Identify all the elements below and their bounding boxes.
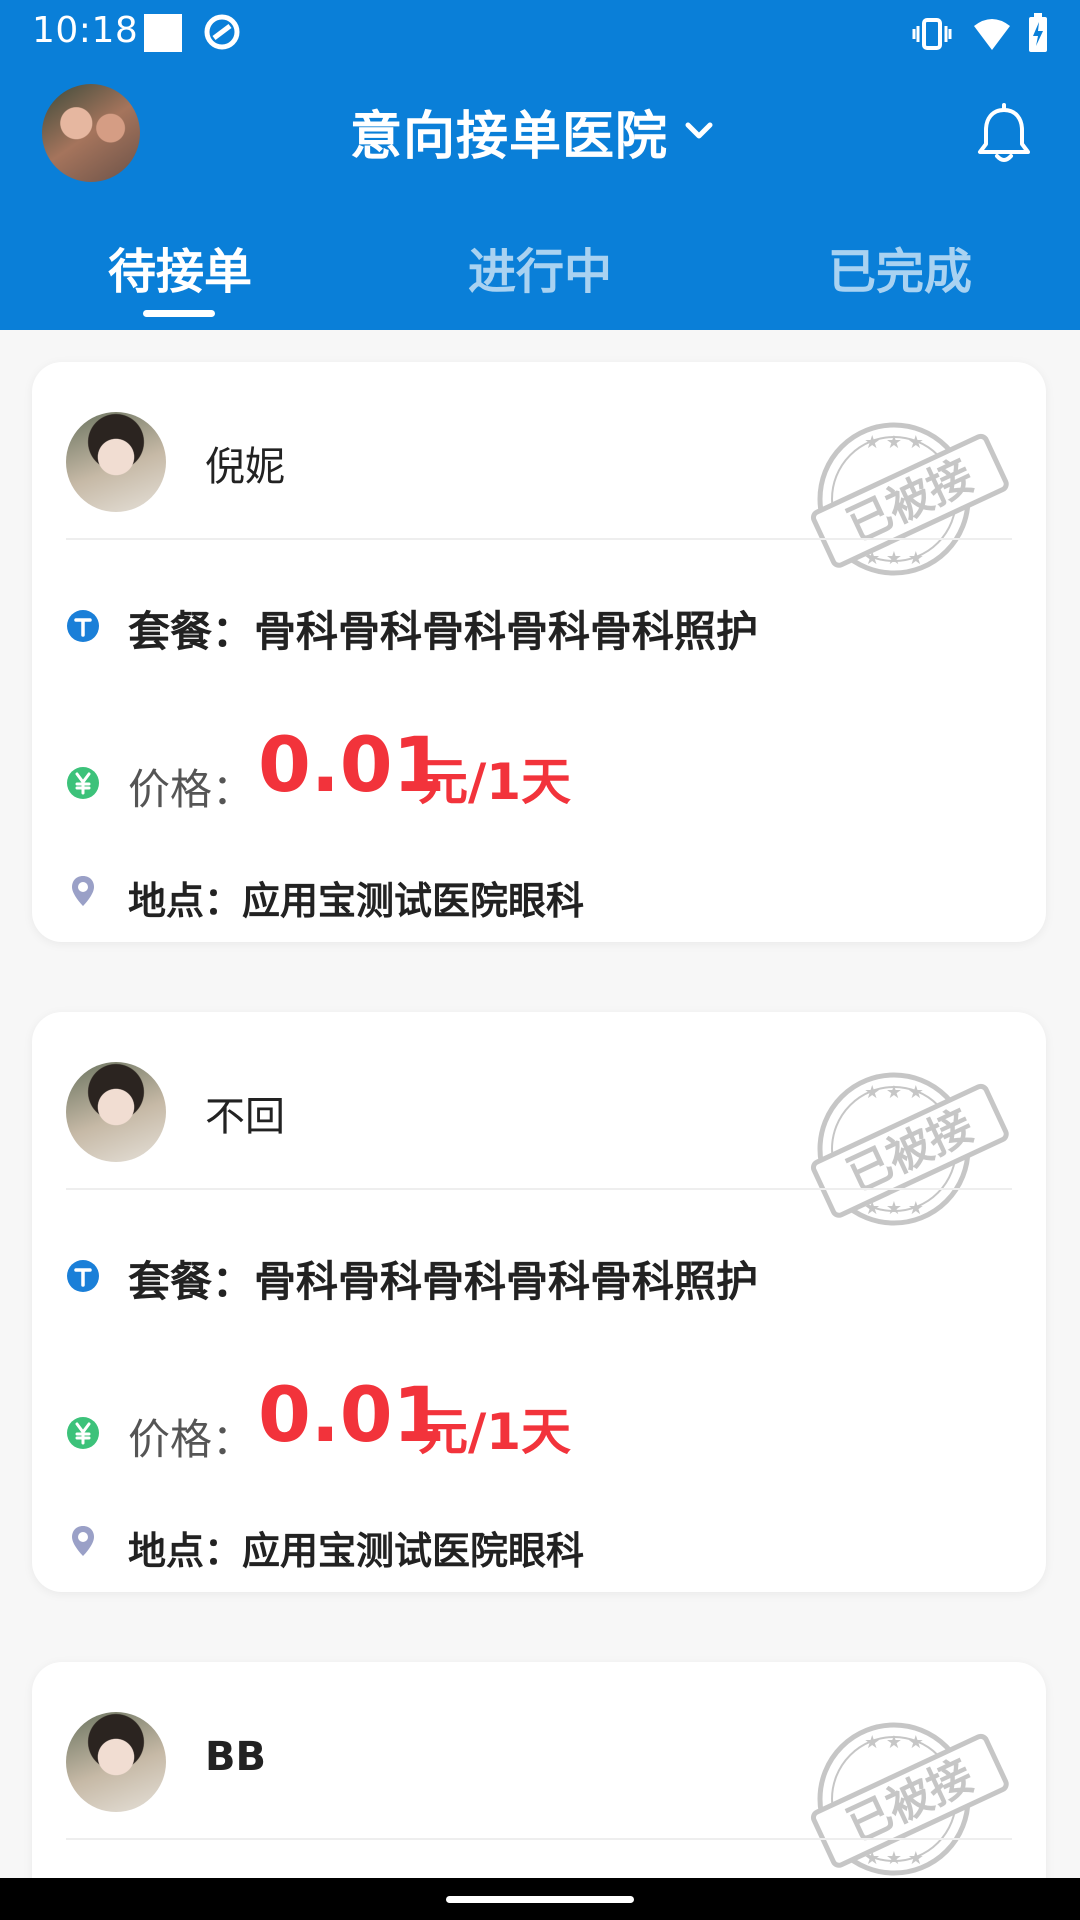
package-value: 骨科骨科骨科骨科骨科照护 [254, 607, 759, 656]
location-value: 应用宝测试医院眼科 [242, 1529, 585, 1573]
hospital-selector[interactable]: 意向接单医院 [350, 96, 716, 167]
chevron-down-icon [685, 122, 713, 139]
location-label: 地点： [128, 1529, 243, 1573]
location-label: 地点： [128, 879, 243, 923]
card-divider [66, 538, 1012, 540]
yuan-circle-icon [67, 767, 99, 799]
price-unit: 元/1天 [418, 753, 572, 811]
svg-text:★ ★ ★: ★ ★ ★ [864, 1848, 924, 1869]
yuan-circle-icon [67, 1417, 99, 1449]
avatar [66, 1062, 166, 1162]
avatar [66, 412, 166, 512]
package-value: 骨科骨科骨科骨科骨科照护 [254, 1257, 759, 1306]
card-divider [66, 1188, 1012, 1190]
order-tabs: 待接单 进行中 已完成 [0, 232, 1080, 317]
app-header: 10:18 意向接单医院 待接单 进行中 已完成 [0, 0, 1080, 330]
order-card[interactable]: 不回 已被接 ★ ★ ★ ★ ★ ★ 套餐： 骨科骨科骨科骨科骨科照护 价格： … [32, 1012, 1046, 1592]
t-circle-icon [67, 610, 99, 642]
svg-text:★ ★ ★: ★ ★ ★ [864, 1082, 924, 1103]
bell-icon[interactable] [972, 102, 1036, 166]
accepted-stamp-icon: 已被接 ★ ★ ★ ★ ★ ★ [810, 422, 1009, 576]
notification-square-icon [144, 14, 182, 52]
card-divider [66, 1838, 1012, 1840]
patient-name: 倪妮 [205, 444, 285, 490]
wifi-icon [974, 19, 1010, 50]
patient-name: 不回 [205, 1094, 285, 1140]
accepted-stamp-icon: 已被接 ★ ★ ★ ★ ★ ★ [810, 1722, 1009, 1876]
accepted-stamp-icon: 已被接 ★ ★ ★ ★ ★ ★ [810, 1072, 1009, 1226]
order-card[interactable]: 倪妮 已被接 ★ ★ ★ ★ ★ ★ 套餐： 骨科骨科骨科骨科骨科照护 价格： … [32, 362, 1046, 942]
package-label: 套餐： [128, 607, 255, 656]
t-circle-icon [67, 1260, 99, 1292]
location-pin-icon [72, 876, 94, 906]
avatar [66, 1712, 166, 1812]
package-label: 套餐： [128, 1257, 255, 1306]
tab-completed[interactable]: 已完成 [790, 232, 1010, 302]
battery-charging-icon [1029, 13, 1047, 52]
active-tab-indicator [143, 310, 215, 317]
tab-in-progress[interactable]: 进行中 [430, 232, 650, 302]
vibrate-icon [912, 18, 952, 50]
price-label: 价格： [128, 1415, 255, 1464]
tab-pending[interactable]: 待接单 [70, 232, 290, 302]
price-label: 价格： [128, 765, 255, 814]
location-value: 应用宝测试医院眼科 [242, 879, 585, 923]
status-time: 10:18 [32, 10, 139, 51]
price-unit: 元/1天 [418, 1403, 572, 1461]
user-avatar[interactable] [42, 84, 140, 182]
home-gesture-handle[interactable] [446, 1896, 634, 1903]
status-bar: 10:18 [0, 0, 1080, 62]
page-title: 意向接单医院 [350, 106, 669, 167]
screen: 10:18 意向接单医院 待接单 进行中 已完成 倪妮 已被接 ★ ★ ★ ★ … [0, 0, 1080, 1920]
patient-name: BB [205, 1734, 266, 1780]
location-pin-icon [72, 1526, 94, 1556]
sync-circle-icon [204, 14, 240, 50]
svg-text:★ ★ ★: ★ ★ ★ [864, 1732, 924, 1753]
svg-text:★ ★ ★: ★ ★ ★ [864, 432, 924, 453]
svg-text:★ ★ ★: ★ ★ ★ [864, 548, 924, 569]
system-nav-bar [0, 1878, 1080, 1920]
svg-text:★ ★ ★: ★ ★ ★ [864, 1198, 924, 1219]
